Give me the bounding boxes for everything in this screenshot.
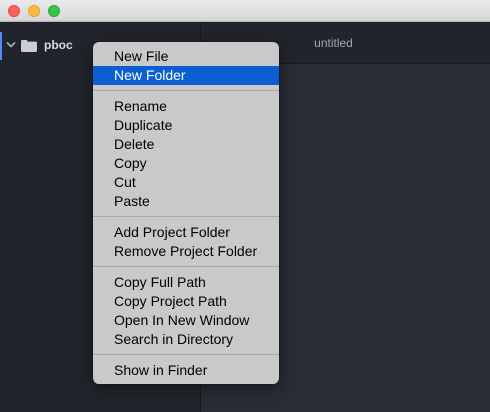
menu-item-delete[interactable]: Delete <box>93 135 279 154</box>
menu-item-copy-project-path[interactable]: Copy Project Path <box>93 292 279 311</box>
menu-item-add-project-folder[interactable]: Add Project Folder <box>93 223 279 242</box>
menu-item-paste[interactable]: Paste <box>93 192 279 211</box>
maximize-window-button[interactable] <box>48 5 60 17</box>
menu-item-new-folder[interactable]: New Folder <box>93 66 279 85</box>
menu-item-copy-full-path[interactable]: Copy Full Path <box>93 273 279 292</box>
menu-item-open-in-new-window[interactable]: Open In New Window <box>93 311 279 330</box>
context-menu: New File New Folder Rename Duplicate Del… <box>93 42 279 384</box>
menu-item-rename[interactable]: Rename <box>93 97 279 116</box>
menu-separator <box>93 266 279 267</box>
menu-separator <box>93 354 279 355</box>
close-window-button[interactable] <box>8 5 20 17</box>
menu-item-show-in-finder[interactable]: Show in Finder <box>93 361 279 380</box>
menu-item-search-in-directory[interactable]: Search in Directory <box>93 330 279 349</box>
minimize-window-button[interactable] <box>28 5 40 17</box>
menu-separator <box>93 216 279 217</box>
menu-item-duplicate[interactable]: Duplicate <box>93 116 279 135</box>
menu-item-remove-project-folder[interactable]: Remove Project Folder <box>93 242 279 261</box>
menu-item-new-file[interactable]: New File <box>93 47 279 66</box>
root-folder-label: pboc <box>44 38 73 52</box>
window-titlebar[interactable] <box>0 0 490 22</box>
chevron-down-icon[interactable] <box>5 39 17 51</box>
folder-icon <box>21 40 37 52</box>
menu-separator <box>93 90 279 91</box>
tab-title: untitled <box>314 36 353 50</box>
selection-accent-bar <box>0 32 2 60</box>
menu-item-cut[interactable]: Cut <box>93 173 279 192</box>
menu-item-copy[interactable]: Copy <box>93 154 279 173</box>
